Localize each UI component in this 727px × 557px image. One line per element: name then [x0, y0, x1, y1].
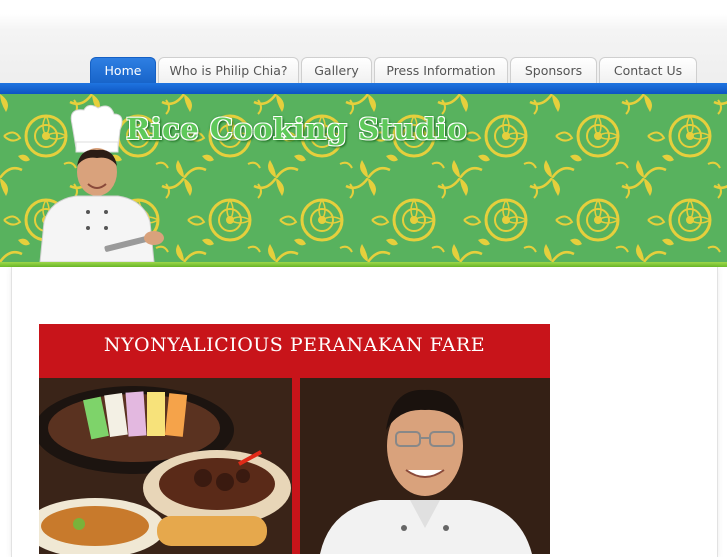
main-navigation: Home Who is Philip Chia? Gallery Press I…: [0, 57, 727, 84]
tab-contact-us[interactable]: Contact Us: [599, 57, 697, 84]
tab-gallery[interactable]: Gallery: [301, 57, 372, 84]
promo-title: NYONYALICIOUS PERANAKAN FARE: [103, 334, 486, 356]
chef-photo: [39, 104, 164, 262]
site-title: Rice Cooking Studio: [126, 112, 468, 146]
peranakan-food-photo: [39, 378, 292, 554]
promo-poster[interactable]: NYONYALICIOUS PERANAKAN FARE: [39, 324, 550, 554]
tab-who-is-philip-chia[interactable]: Who is Philip Chia?: [158, 57, 299, 84]
tab-press-information[interactable]: Press Information: [374, 57, 508, 84]
nav-underline-bar: [0, 83, 727, 94]
chef-portrait-photo: [300, 378, 550, 554]
tab-sponsors[interactable]: Sponsors: [510, 57, 597, 84]
tab-home[interactable]: Home: [90, 57, 156, 84]
